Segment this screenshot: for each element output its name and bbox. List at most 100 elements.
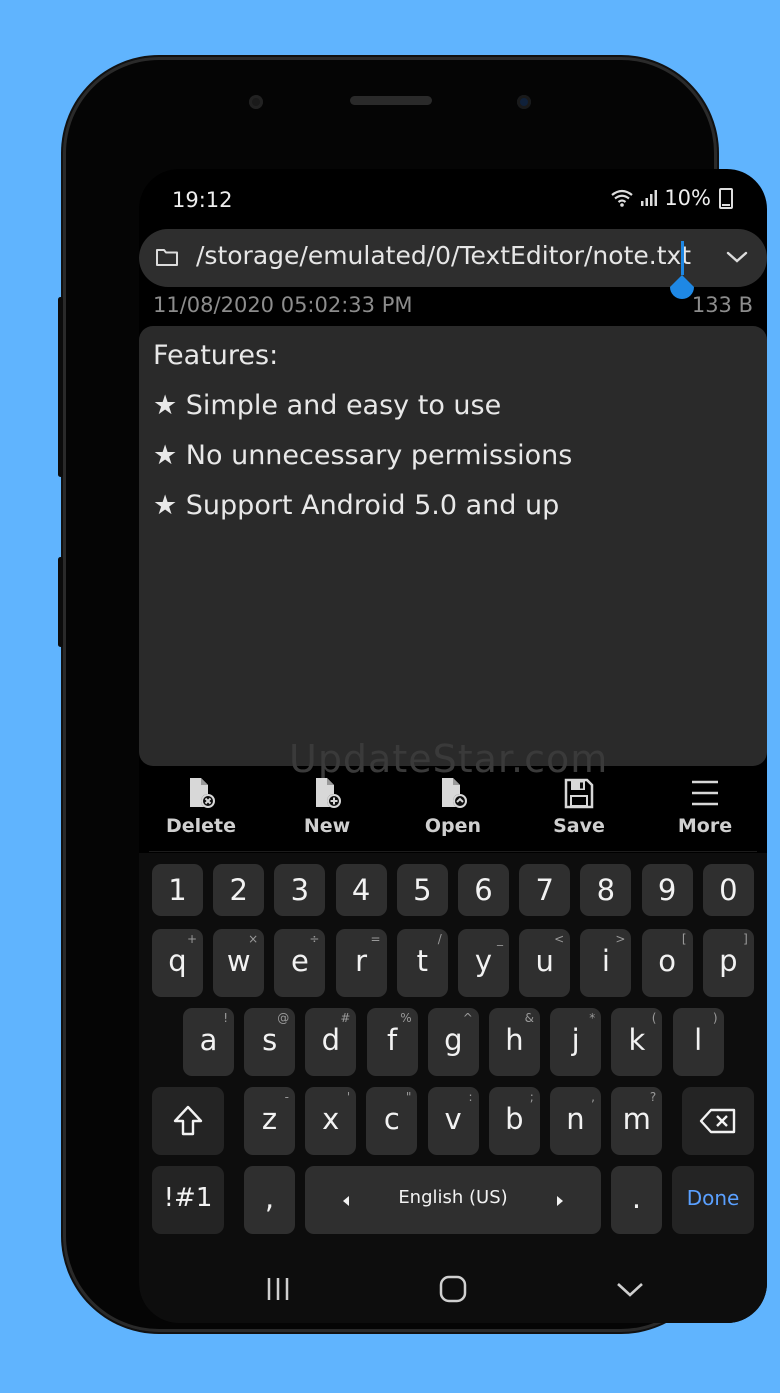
- key-label: d: [321, 1023, 341, 1057]
- backspace-key[interactable]: [682, 1087, 754, 1155]
- text-editor-area[interactable]: Features: ★ Simple and easy to use ★ No …: [139, 326, 767, 766]
- key-label: e: [290, 944, 309, 978]
- chevron-down-icon[interactable]: [725, 249, 749, 265]
- key-secondary-label: [: [681, 932, 687, 946]
- file-modified-date: 11/08/2020 05:02:33 PM: [153, 293, 413, 317]
- number-3-key[interactable]: 3: [274, 864, 326, 916]
- save-button[interactable]: Save: [524, 777, 634, 837]
- more-button[interactable]: More: [650, 777, 760, 837]
- back-icon[interactable]: [615, 1275, 645, 1303]
- home-icon[interactable]: [439, 1275, 467, 1303]
- number-5-key[interactable]: 5: [396, 864, 448, 916]
- done-key[interactable]: Done: [672, 1166, 754, 1234]
- number-9-key[interactable]: 9: [641, 864, 693, 916]
- letter-t-key[interactable]: t /: [396, 929, 448, 997]
- letter-r-key[interactable]: r =: [335, 929, 387, 997]
- key-label: v: [444, 1102, 462, 1136]
- letter-p-key[interactable]: p]: [702, 929, 754, 997]
- key-label: a: [199, 1023, 218, 1057]
- navigation-bar: [139, 1241, 767, 1323]
- delete-button[interactable]: Delete: [146, 777, 256, 837]
- key-secondary-label: >: [615, 932, 626, 946]
- letter-n-key[interactable]: n,: [550, 1087, 601, 1155]
- period-key[interactable]: .: [611, 1166, 662, 1234]
- key-secondary-label: ": [405, 1090, 412, 1104]
- file-path-bar[interactable]: /storage/emulated/0/TextEditor/note.txt: [139, 229, 767, 299]
- letter-y-key[interactable]: y _: [458, 929, 509, 997]
- letter-j-key[interactable]: j *: [550, 1008, 602, 1076]
- file-path[interactable]: /storage/emulated/0/TextEditor/note.txt: [196, 241, 691, 270]
- key-secondary-label: :: [468, 1090, 473, 1104]
- letter-u-key[interactable]: u <: [519, 929, 571, 997]
- menu-icon: [692, 780, 718, 806]
- letter-q-key[interactable]: q +: [152, 929, 203, 997]
- keyboard: !#1 , English (US) . Done 1 2 3 4 5 6 7 8 9 0 q + w ×…: [139, 853, 767, 1241]
- number-0-key[interactable]: 0: [702, 864, 754, 916]
- letter-h-key[interactable]: h &: [489, 1008, 540, 1076]
- key-label: y: [474, 944, 493, 978]
- text-cursor: [681, 241, 684, 275]
- number-6-key[interactable]: 6: [458, 864, 509, 916]
- key-secondary-label: #: [340, 1011, 351, 1025]
- letter-d-key[interactable]: d #: [305, 1008, 357, 1076]
- folder-icon: [156, 249, 178, 266]
- letter-x-key[interactable]: x ': [305, 1087, 357, 1155]
- open-button[interactable]: Open: [398, 777, 508, 837]
- symbols-key-label: !#1: [163, 1183, 213, 1213]
- status-icons: 10%: [610, 186, 733, 210]
- wifi-icon: [611, 189, 633, 207]
- number-1-key[interactable]: 1: [152, 864, 203, 916]
- key-label: w: [226, 944, 251, 978]
- letter-a-key[interactable]: a!: [183, 1008, 234, 1076]
- done-key-label: Done: [686, 1186, 740, 1210]
- key-secondary-label: !: [223, 1011, 228, 1025]
- number-2-key[interactable]: 2: [213, 864, 265, 916]
- key-secondary-label: &: [524, 1011, 534, 1025]
- shift-key[interactable]: [152, 1087, 224, 1155]
- letter-w-key[interactable]: w ×: [213, 929, 265, 997]
- comma-key[interactable]: ,: [244, 1166, 295, 1234]
- key-secondary-label: ;: [529, 1090, 534, 1104]
- symbols-key[interactable]: !#1: [152, 1166, 224, 1234]
- proximity-sensor: [249, 95, 263, 109]
- key-secondary-label: %: [400, 1011, 412, 1025]
- key-label: h: [505, 1023, 524, 1057]
- screen: 19:12 10% /storage/emulated/0/TextEditor…: [139, 169, 767, 1323]
- key-label: r: [355, 944, 368, 978]
- phone-frame: 19:12 10% /storage/emulated/0/TextEditor…: [58, 57, 767, 1332]
- key-secondary-label: ×: [248, 932, 259, 946]
- front-camera: [517, 95, 531, 109]
- letter-c-key[interactable]: c ": [366, 1087, 418, 1155]
- key-secondary-label: -: [284, 1090, 289, 1104]
- letter-o-key[interactable]: o[: [641, 929, 693, 997]
- number-7-key[interactable]: 7: [519, 864, 571, 916]
- comma-key-label: ,: [264, 1181, 275, 1215]
- letter-i-key[interactable]: i >: [580, 929, 632, 997]
- letter-g-key[interactable]: g ^: [427, 1008, 479, 1076]
- letter-k-key[interactable]: k(: [611, 1008, 663, 1076]
- key-secondary-label: =: [370, 932, 381, 946]
- key-label: g: [444, 1023, 463, 1057]
- key-label: m: [622, 1102, 651, 1136]
- recent-apps-icon[interactable]: [264, 1275, 292, 1303]
- letter-z-key[interactable]: z-: [244, 1087, 295, 1155]
- letter-b-key[interactable]: b;: [488, 1087, 540, 1155]
- key-label: j: [571, 1023, 580, 1057]
- letter-m-key[interactable]: m?: [611, 1087, 663, 1155]
- number-4-key[interactable]: 4: [335, 864, 387, 916]
- space-key[interactable]: English (US): [305, 1166, 601, 1234]
- file-toolbar: Delete New Open Save More: [139, 777, 767, 851]
- number-8-key[interactable]: 8: [580, 864, 632, 916]
- letter-l-key[interactable]: l): [672, 1008, 724, 1076]
- battery-percent: 10%: [664, 186, 711, 210]
- letter-e-key[interactable]: e ÷: [274, 929, 326, 997]
- letter-v-key[interactable]: v:: [427, 1087, 479, 1155]
- open-label: Open: [424, 815, 482, 837]
- letter-f-key[interactable]: f%: [366, 1008, 418, 1076]
- status-time: 19:12: [172, 188, 233, 212]
- volume-button: [58, 297, 63, 477]
- key-secondary-label: @: [277, 1011, 290, 1025]
- watermark: UpdateStar.com: [289, 737, 609, 781]
- new-button[interactable]: New: [272, 777, 382, 837]
- letter-s-key[interactable]: s @: [244, 1008, 296, 1076]
